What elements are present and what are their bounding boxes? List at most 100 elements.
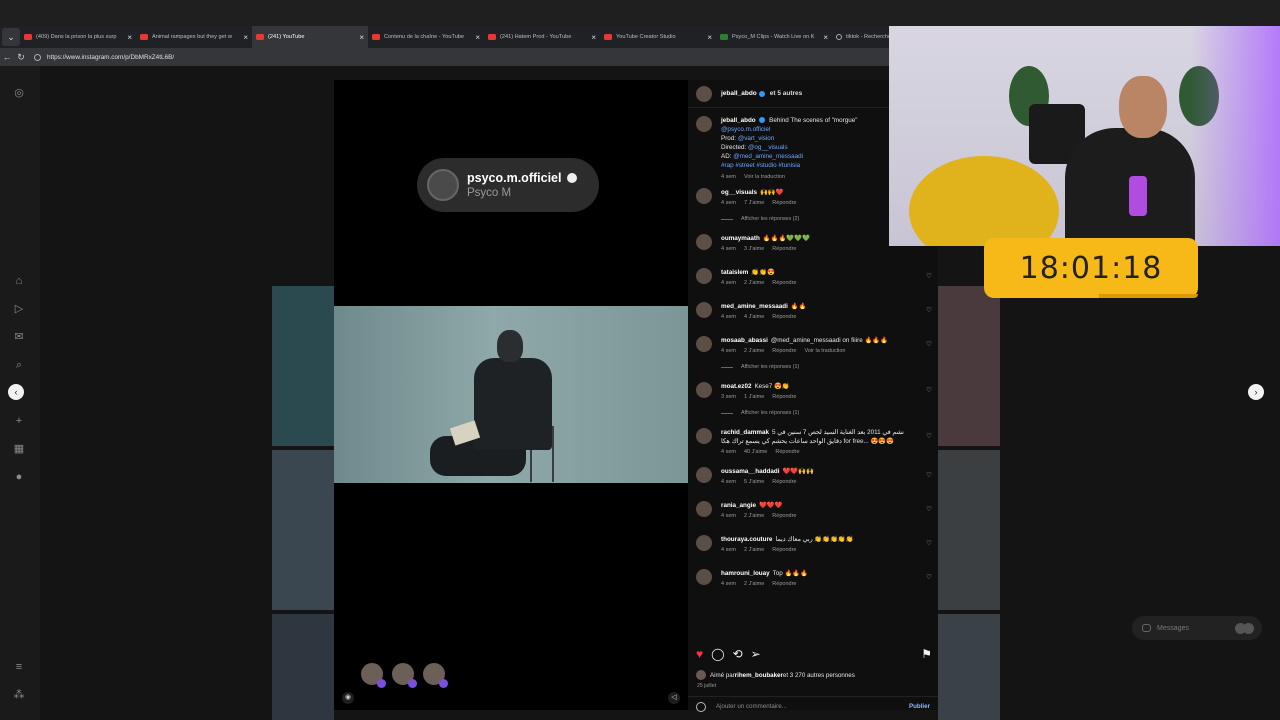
reply-link[interactable]: Répondre <box>772 280 796 286</box>
comment-likes[interactable]: 2 J'aime <box>744 581 764 587</box>
commenter-avatar[interactable] <box>696 428 712 444</box>
commenter-username[interactable]: med_amine_messaadi <box>721 303 788 310</box>
comment-likes[interactable]: 2 J'aime <box>744 348 764 354</box>
collaborator-avatar[interactable] <box>360 662 386 688</box>
commenter-username[interactable]: oussama__haddadi <box>721 468 779 475</box>
caption-username[interactable]: jeball_abdo <box>721 117 756 124</box>
reply-link[interactable]: Répondre <box>772 314 796 320</box>
commenter-avatar[interactable] <box>696 234 712 250</box>
comment-like-heart-icon[interactable]: ♡ <box>926 573 932 581</box>
tagged-people-icon[interactable]: ◉ <box>342 692 354 704</box>
reply-link[interactable]: Répondre <box>772 513 796 519</box>
commenter-username[interactable]: oumaymaath <box>721 235 760 242</box>
url-field[interactable]: https://www.instagram.com/p/DbMRxZ4tL6B/ <box>34 53 174 61</box>
browser-tab[interactable]: (241) YouTube × <box>252 26 368 48</box>
share-icon[interactable]: ➢ <box>751 647 761 661</box>
browser-tab[interactable]: Animal rampages but they get w × <box>136 26 252 48</box>
collaborator-avatar[interactable] <box>422 662 448 688</box>
collab-account-pill[interactable]: psyco.m.officiel Psyco M <box>417 158 599 212</box>
commenter-username[interactable]: tataislem <box>721 269 748 276</box>
comment-likes[interactable]: 7 J'aime <box>744 200 764 206</box>
author-avatar[interactable] <box>696 85 712 102</box>
next-post-arrow-icon[interactable]: › <box>1248 384 1264 400</box>
comment-likes[interactable]: 3 J'aime <box>744 246 764 252</box>
browser-tab[interactable]: (409) Dans la prison la plus surp × <box>20 26 136 48</box>
close-tab-icon[interactable]: × <box>127 33 132 42</box>
commenter-avatar[interactable] <box>696 535 712 551</box>
caption-mention[interactable]: @og__visuals <box>748 144 788 151</box>
commenter-avatar[interactable] <box>696 501 712 517</box>
like-heart-icon[interactable]: ♥ <box>696 647 703 661</box>
reply-link[interactable]: Répondre <box>775 449 799 455</box>
comment-like-heart-icon[interactable]: ♡ <box>926 340 932 348</box>
commenter-username[interactable]: moat.ez02 <box>721 383 751 390</box>
previous-post-arrow-icon[interactable]: ‹ <box>8 384 24 400</box>
create-icon[interactable]: + <box>12 414 26 428</box>
comment-like-heart-icon[interactable]: ♡ <box>926 386 932 394</box>
home-icon[interactable]: ⌂ <box>12 274 26 288</box>
repost-icon[interactable]: ⟲ <box>733 647 743 661</box>
comment-like-heart-icon[interactable]: ♡ <box>926 432 932 440</box>
caption-mention[interactable]: @med_amine_messaadi <box>733 153 803 160</box>
reply-link[interactable]: Répondre <box>772 547 796 553</box>
reply-link[interactable]: Répondre <box>772 581 796 587</box>
reload-icon[interactable]: ↻ <box>14 52 28 63</box>
comment-icon[interactable]: ◯ <box>711 647 724 661</box>
commenter-avatar[interactable] <box>696 302 712 318</box>
translate-link[interactable]: Voir la traduction <box>804 348 845 354</box>
commenter-avatar[interactable] <box>696 467 712 483</box>
commenter-avatar[interactable] <box>696 382 712 398</box>
reply-link[interactable]: Répondre <box>772 200 796 206</box>
comment-likes[interactable]: 2 J'aime <box>744 547 764 553</box>
more-menu-icon[interactable]: ≡ <box>12 660 26 674</box>
comment-like-heart-icon[interactable]: ♡ <box>926 505 932 513</box>
comment-like-heart-icon[interactable]: ♡ <box>926 471 932 479</box>
show-replies-link[interactable]: Afficher les réponses (1) <box>721 410 934 416</box>
commenter-avatar[interactable] <box>696 569 712 585</box>
comment-like-heart-icon[interactable]: ♡ <box>926 272 932 280</box>
mute-icon[interactable]: ◁ <box>668 692 680 704</box>
publish-button[interactable]: Publier <box>909 703 930 710</box>
browser-tab[interactable]: (241) Hatem Prod - YouTube × <box>484 26 600 48</box>
commenter-username[interactable]: rania_angie <box>721 502 756 509</box>
comment-like-heart-icon[interactable]: ♡ <box>926 306 932 314</box>
commenter-username[interactable]: og__visuals <box>721 189 757 196</box>
messages-nav-icon[interactable]: ✉ <box>12 330 26 344</box>
browser-tab[interactable]: Contenu de la chaîne - YouTube × <box>368 26 484 48</box>
close-tab-icon[interactable]: × <box>707 33 712 42</box>
commenter-username[interactable]: mosaab_abassi <box>721 337 768 344</box>
comments-list[interactable]: og__visuals🙌🙌❤️ 4 sem 7 J'aime Répondre ♡ Aff… <box>696 188 934 628</box>
reply-link[interactable]: Répondre <box>772 394 796 400</box>
dashboard-icon[interactable]: ▦ <box>12 442 26 456</box>
browser-tab[interactable]: YouTube Creator Studio × <box>600 26 716 48</box>
coauthors-link[interactable]: et 5 autres <box>770 90 803 97</box>
comment-like-heart-icon[interactable]: ♡ <box>926 539 932 547</box>
commenter-username[interactable]: rachid_dammak <box>721 429 769 436</box>
comment-likes[interactable]: 2 J'aime <box>744 513 764 519</box>
close-tab-icon[interactable]: × <box>475 33 480 42</box>
emoji-icon[interactable] <box>696 701 706 712</box>
commenter-username[interactable]: thouraya.couture <box>721 536 772 543</box>
liker-username[interactable]: rihem_boubaker <box>735 672 783 679</box>
meta-apps-icon[interactable]: ⁂ <box>12 688 26 702</box>
instagram-logo-icon[interactable]: ◎ <box>12 86 26 100</box>
comment-likes[interactable]: 2 J'aime <box>744 280 764 286</box>
messages-dock[interactable]: Messages <box>1132 616 1262 640</box>
close-tab-icon[interactable]: × <box>243 33 248 42</box>
author-username[interactable]: jeball_abdo <box>721 90 757 97</box>
search-icon[interactable]: ⌕ <box>12 358 26 372</box>
commenter-username[interactable]: hamrouni_louay <box>721 570 770 577</box>
close-tab-icon[interactable]: × <box>591 33 596 42</box>
caption-avatar[interactable] <box>696 116 712 132</box>
commenter-avatar[interactable] <box>696 336 712 352</box>
site-info-icon[interactable] <box>34 53 41 61</box>
reply-link[interactable]: Répondre <box>772 246 796 252</box>
collaborator-avatar[interactable] <box>391 662 417 688</box>
caption-mention[interactable]: @vart_vision <box>738 135 775 142</box>
reply-link[interactable]: Répondre <box>772 479 796 485</box>
save-bookmark-icon[interactable]: ⚑ <box>921 647 932 661</box>
reply-link[interactable]: Répondre <box>772 348 796 354</box>
profile-avatar-icon[interactable]: ● <box>12 470 26 484</box>
commenter-avatar[interactable] <box>696 268 712 284</box>
back-arrow-icon[interactable]: ← <box>0 52 14 62</box>
